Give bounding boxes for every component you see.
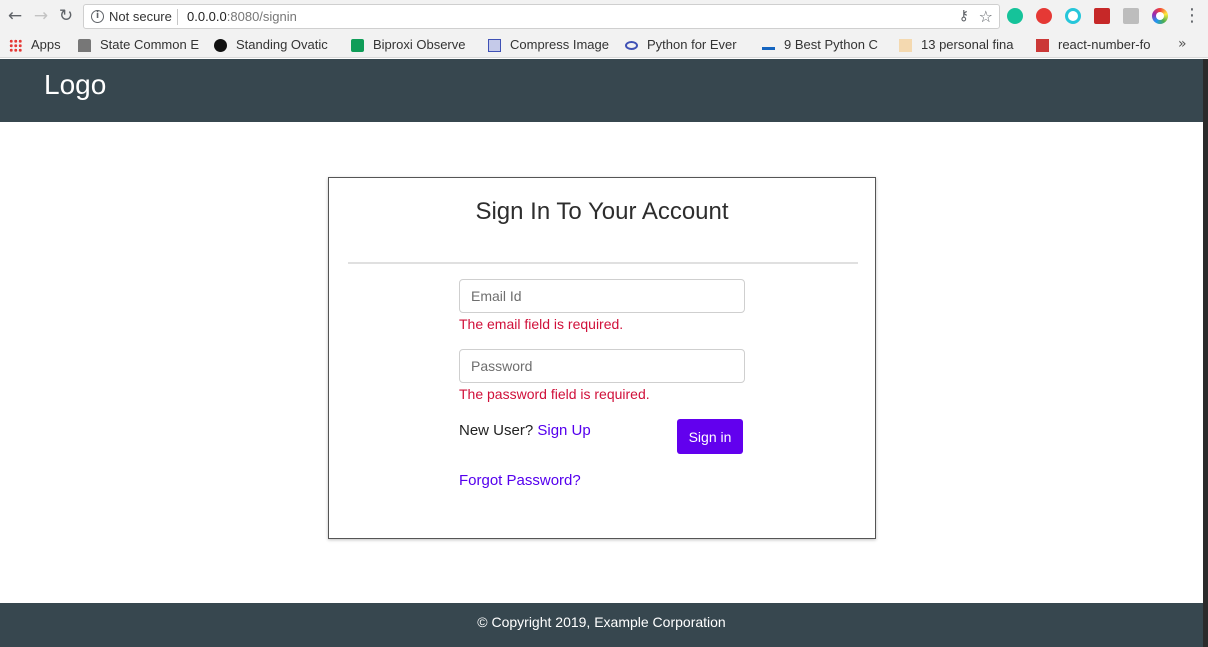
browser-toolbar: ← → ↻ i Not secure 0.0.0.0:8080/signin ⚷… [0, 0, 1208, 33]
color-wheel-extension-icon[interactable] [1152, 8, 1168, 24]
new-user-label: New User? [459, 422, 534, 439]
logo[interactable]: Logo [44, 69, 106, 101]
bookmark-apps[interactable]: Apps [9, 37, 71, 55]
url-path: :8080/signin [226, 9, 297, 24]
ring-extension-icon[interactable] [1065, 8, 1081, 24]
url-text[interactable]: 0.0.0.0:8080/signin [187, 9, 297, 24]
bookmark-standing-ovation[interactable]: Standing Ovatic [214, 37, 340, 55]
bookmark-biproxi[interactable]: Biproxi Observe [351, 37, 477, 55]
email-error-message: The email field is required. [459, 316, 624, 332]
app-footer: © Copyright 2019, Example Corporation [0, 603, 1203, 647]
bookmarks-bar: Apps State Common E Standing Ovatic Bipr… [0, 33, 1208, 58]
address-bar[interactable]: i Not secure 0.0.0.0:8080/signin ⚷ ☆ [83, 4, 1000, 29]
apps-grid-icon [9, 39, 22, 52]
url-host: 0.0.0.0 [187, 9, 227, 24]
email-field[interactable] [459, 279, 745, 313]
bookmark-star-icon[interactable]: ☆ [979, 7, 993, 26]
infinity-icon [625, 41, 638, 50]
reload-icon[interactable]: ↻ [56, 6, 76, 26]
browser-menu-icon[interactable]: ⋮ [1183, 5, 1201, 26]
sign-up-link[interactable]: Sign Up [537, 422, 590, 439]
emblem-icon [78, 39, 91, 52]
app-header: Logo [0, 59, 1208, 122]
forward-arrow-icon[interactable]: → [31, 6, 51, 26]
bookmarks-overflow-icon[interactable]: » [1178, 36, 1187, 52]
grammarly-extension-icon[interactable] [1007, 8, 1023, 24]
window-edge [1203, 59, 1208, 647]
dd-icon [762, 40, 775, 50]
bookmark-python-everybody[interactable]: Python for Ever [625, 37, 751, 55]
copyright-text: © Copyright 2019, Example Corporation [477, 614, 726, 630]
key-icon[interactable]: ⚷ [959, 8, 969, 24]
info-icon[interactable]: i [91, 10, 104, 23]
b-circle-icon [214, 39, 227, 52]
bookmark-react-number-format[interactable]: react-number-fo [1036, 37, 1164, 55]
new-user-prompt: New User? Sign Up [459, 422, 591, 439]
security-label[interactable]: Not secure [109, 9, 172, 24]
red-extension-icon[interactable] [1036, 8, 1052, 24]
bookmark-state-common[interactable]: State Common E [78, 37, 203, 55]
bookmark-compress-image[interactable]: Compress Image [488, 37, 613, 55]
plus-square-icon [351, 39, 364, 52]
signin-card: Sign In To Your Account The email field … [328, 177, 876, 539]
bookmark-personal-finance[interactable]: 13 personal fina [899, 37, 1025, 55]
bookmark-best-python[interactable]: 9 Best Python C [762, 37, 888, 55]
password-error-message: The password field is required. [459, 386, 650, 402]
ft-icon [899, 39, 912, 52]
page-title: Sign In To Your Account [475, 198, 729, 225]
npm-icon [1036, 39, 1049, 52]
forgot-password-link[interactable]: Forgot Password? [459, 472, 581, 489]
image-icon [488, 39, 501, 52]
title-divider [348, 262, 858, 264]
back-arrow-icon[interactable]: ← [5, 6, 25, 26]
password-field[interactable] [459, 349, 745, 383]
sign-in-button[interactable]: Sign in [677, 419, 743, 454]
address-divider [177, 9, 178, 25]
red-square-extension-icon[interactable] [1094, 8, 1110, 24]
grey-extension-icon[interactable] [1123, 8, 1139, 24]
